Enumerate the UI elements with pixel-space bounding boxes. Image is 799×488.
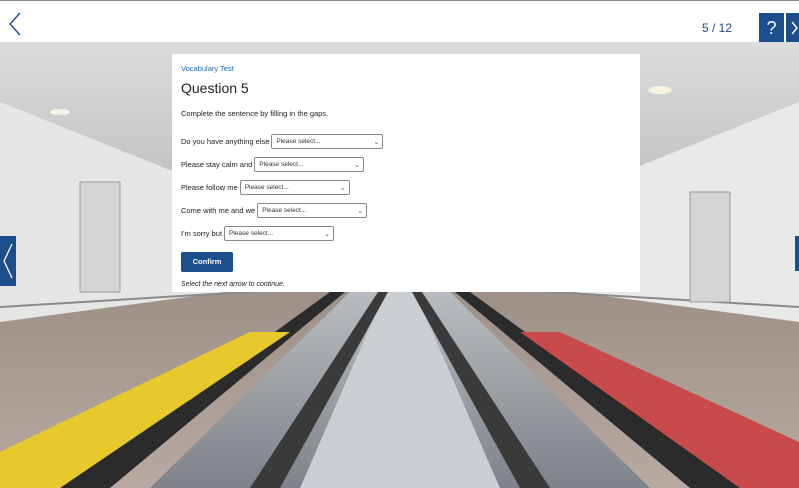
select-placeholder: Please select...	[276, 138, 321, 145]
question-instruction: Complete the sentence by filling in the …	[181, 109, 329, 118]
gap-row: Do you have anything else Please select.…	[181, 132, 631, 151]
test-subtitle: Vocabulary Test	[181, 64, 234, 73]
chevron-down-icon: ⌄	[357, 207, 364, 215]
select-placeholder: Please select...	[244, 184, 289, 191]
gap-select-4[interactable]: Please select... ⌄	[257, 203, 368, 218]
help-button[interactable]: ?	[759, 13, 784, 43]
continue-hint: Select the next arrow to continue.	[181, 281, 285, 288]
progress-indicator: 5 / 12	[702, 21, 733, 35]
gap-row: Come with me and we Please select... ⌄	[181, 201, 631, 220]
chevron-left-icon	[3, 243, 13, 279]
left-side-arrow[interactable]	[0, 236, 16, 286]
gap-row: I'm sorry but Please select... ⌄	[181, 224, 631, 243]
next-button[interactable]	[786, 13, 799, 43]
back-button[interactable]	[6, 11, 26, 37]
right-side-arrow[interactable]	[795, 236, 799, 271]
chevron-down-icon: ⌄	[339, 184, 346, 192]
top-bar: 5 / 12 ?	[0, 0, 799, 43]
gap-row: Please stay calm and Please select... ⌄	[181, 155, 631, 174]
gap-label: I'm sorry but	[181, 229, 223, 238]
gap-label: Do you have anything else	[181, 137, 270, 146]
chevron-down-icon: ⌄	[324, 230, 331, 238]
gap-select-2[interactable]: Please select... ⌄	[254, 157, 365, 172]
chevron-down-icon: ⌄	[373, 138, 380, 146]
gap-select-5[interactable]: Please select... ⌄	[224, 226, 335, 241]
gap-select-1[interactable]: Please select... ⌄	[271, 134, 384, 149]
chevron-right-icon	[791, 21, 798, 35]
question-panel: Vocabulary Test Question 5 Complete the …	[172, 54, 640, 292]
gap-label: Come with me and we	[181, 206, 256, 215]
gap-label: Please follow me	[181, 183, 238, 192]
gap-select-3[interactable]: Please select... ⌄	[239, 180, 350, 195]
confirm-button[interactable]: Confirm	[181, 252, 233, 272]
select-placeholder: Please select...	[262, 207, 307, 214]
chevron-left-icon	[9, 12, 21, 36]
select-placeholder: Please select...	[229, 230, 274, 237]
chevron-down-icon: ⌄	[354, 161, 361, 169]
gap-label: Please stay calm and	[181, 160, 253, 169]
question-title: Question 5	[181, 80, 249, 96]
gap-row: Please follow me Please select... ⌄	[181, 178, 631, 197]
select-placeholder: Please select...	[259, 161, 304, 168]
